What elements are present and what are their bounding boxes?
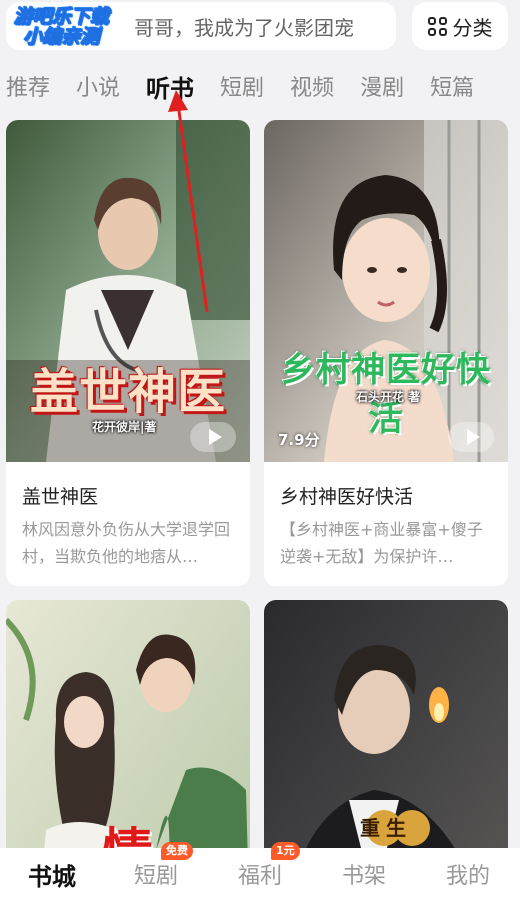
cover-author: 石头开花 著 [356,390,421,404]
play-icon [466,429,480,445]
book-title: 盖世神医 [22,486,99,508]
search-placeholder: 哥哥，我成为了火影团宠 [134,15,354,40]
free-badge: 免费 [161,842,193,860]
tab-short-drama[interactable]: 短剧 [220,70,264,102]
category-label: 分类 [452,15,493,40]
cover-badge: 重生 [360,816,412,840]
nav-short-drama[interactable]: 短剧 免费 [111,842,201,890]
bottom-navigation: 书城 短剧 免费 福利 1元 书架 我的 [0,842,520,900]
nav-bookstore[interactable]: 书城 [7,857,97,892]
book-title: 乡村神医好快活 [280,486,414,508]
play-button[interactable] [448,422,494,452]
nav-label: 福利 [237,864,282,889]
book-cover: 盖世神医 花开彼岸|著 [6,120,250,462]
category-button[interactable]: 分类 [412,2,508,50]
tab-recommend[interactable]: 推荐 [6,70,50,102]
nav-label: 书架 [341,864,386,889]
nav-label: 书城 [28,862,76,891]
tab-audiobook[interactable]: 听书 [146,69,194,104]
nav-profile[interactable]: 我的 [423,858,513,890]
play-button[interactable] [190,422,236,452]
play-icon [208,429,222,445]
tab-comic-drama[interactable]: 漫剧 [360,70,404,102]
book-card[interactable]: 盖世神医 花开彼岸|著 盖世神医 林风因意外负伤从大学退学回村，当欺负他的地痞从… [6,120,250,586]
watermark-line-1: 游吧乐下载 [13,6,110,28]
watermark: 游吧乐下载 小编亲测 [13,6,110,48]
rating-score: 7.9分 [278,431,320,449]
tab-novel[interactable]: 小说 [76,70,120,102]
book-card[interactable]: 乡村神医好快活 石头开花 著 7.9分 乡村神医好快活 【乡村神医+商业暴富+傻… [264,120,508,586]
price-badge: 1元 [271,842,300,860]
top-bar: 哥哥，我成为了火影团宠 游吧乐下载 小编亲测 分类 [0,0,520,56]
cover-author: 花开彼岸|著 [92,420,157,434]
book-description: 【乡村神医+商业暴富+傻子逆袭+无敌】为保护许… [280,520,483,566]
nav-bookshelf[interactable]: 书架 [319,858,409,890]
nav-welfare[interactable]: 福利 1元 [215,842,305,890]
nav-label: 短剧 [133,864,178,889]
nav-label: 我的 [445,864,490,889]
channel-tabs: 推荐 小说 听书 短剧 视频 漫剧 短篇 [0,64,520,108]
grid-icon [427,16,447,36]
book-description: 林风因意外负伤从大学退学回村，当欺负他的地痞从… [22,520,231,566]
cover-title: 盖世神医 [29,364,226,420]
watermark-line-2: 小编亲测 [23,25,100,48]
book-cover: 乡村神医好快活 石头开花 著 7.9分 [264,120,508,462]
tab-video[interactable]: 视频 [290,70,334,102]
tab-short-story[interactable]: 短篇 [430,70,474,102]
